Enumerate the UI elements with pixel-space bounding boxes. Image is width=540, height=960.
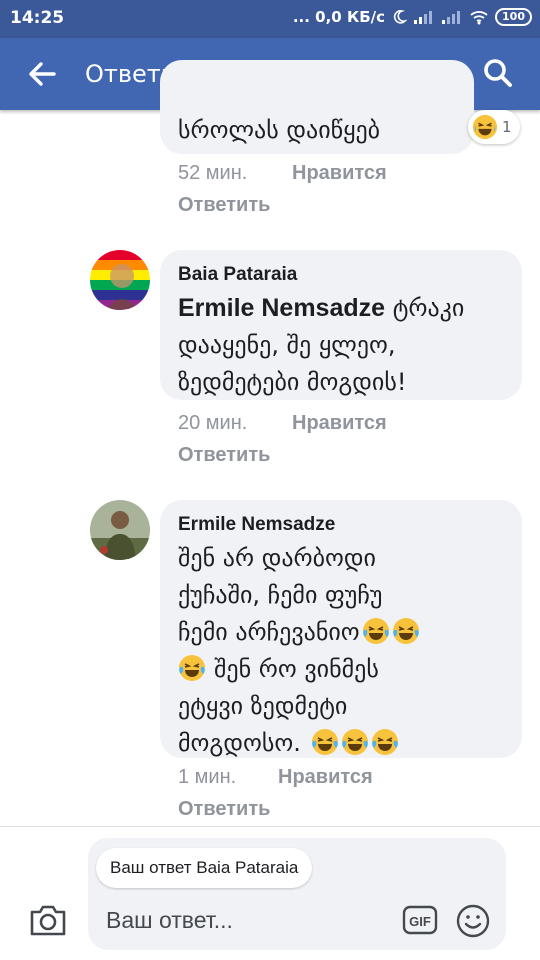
laughing-emoji-icon: [392, 618, 419, 644]
reaction-pill[interactable]: 1: [468, 110, 520, 144]
comment-author[interactable]: Baia Pataraia: [178, 264, 297, 286]
wifi-icon: [470, 11, 488, 25]
reply-composer: Ваш ответ Baia Pataraia GIF: [88, 838, 506, 950]
reaction-count: 1: [502, 118, 512, 136]
reply-button[interactable]: Ответить: [178, 444, 270, 467]
comment-bubble: Baia Pataraia Ermile Nemsadze ტრაკი დააყ…: [160, 250, 522, 400]
mention-link[interactable]: Ermile Nemsadze: [178, 294, 385, 322]
comment-author[interactable]: Ermile Nemsadze: [178, 514, 335, 536]
reply-button[interactable]: Ответить: [178, 798, 270, 821]
search-icon[interactable]: [482, 57, 514, 89]
laughing-emoji-icon: [472, 114, 498, 140]
comment-line: ეტყვი ზედმეტი: [178, 692, 348, 720]
arrow-left-icon[interactable]: [26, 58, 58, 90]
moon-icon: [393, 10, 408, 24]
signal-icon: [414, 11, 433, 24]
laughing-emoji-icon: [362, 618, 389, 644]
like-button[interactable]: Нравится: [278, 766, 373, 789]
comment-text: სროლას დაიწყებ: [178, 116, 381, 144]
network-speed: ... 0,0 КБ/с: [292, 8, 386, 26]
status-time: 14:25: [10, 8, 65, 28]
avatar[interactable]: [90, 250, 150, 310]
avatar-image: [90, 250, 150, 310]
comment-text: შენ არ დარბოდი ქუჩაში, ჩემი ფუჩუ ჩემი არ…: [178, 540, 420, 762]
avatar[interactable]: [90, 500, 150, 560]
camera-icon[interactable]: [28, 902, 68, 938]
comment-line: ტრაკი: [392, 294, 465, 322]
comment-line: ზედმეტები მოგდის!: [178, 368, 407, 396]
laughing-emoji-icon: [179, 655, 205, 681]
comment-time: 20 мин.: [178, 412, 248, 434]
reply-input[interactable]: [106, 902, 386, 938]
comment-line: მოგდოსო.: [178, 729, 301, 757]
laughing-emoji-icon: [341, 729, 368, 755]
status-bar: 14:25 ... 0,0 КБ/с 100: [0, 0, 540, 38]
comment-time: 1 мин.: [178, 766, 237, 788]
reply-to-chip[interactable]: Ваш ответ Baia Pataraia: [96, 848, 313, 888]
comment-line: ქუჩაში, ჩემი ფუჩუ: [178, 581, 383, 609]
reply-button[interactable]: Ответить: [178, 194, 270, 217]
comment-bubble: Ermile Nemsadze შენ არ დარბოდი ქუჩაში, ჩ…: [160, 500, 522, 758]
avatar-image: [90, 500, 150, 560]
comment-text: Ermile Nemsadze ტრაკი დააყენე, შე ყლეო, …: [178, 290, 464, 401]
comment-time: 52 мин.: [178, 162, 248, 184]
composer-divider: [0, 826, 540, 827]
laughing-emoji-icon: [311, 729, 338, 755]
laughing-emoji-icon: [371, 729, 398, 755]
gif-icon[interactable]: GIF: [402, 904, 438, 936]
comment-bubble: სროლას დაიწყებ: [160, 60, 474, 154]
signal-icon-2: [442, 11, 461, 24]
like-button[interactable]: Нравится: [292, 162, 387, 185]
status-indicators: ... 0,0 КБ/с 100: [293, 8, 532, 26]
battery-indicator: 100: [495, 8, 532, 26]
smile-icon[interactable]: [456, 904, 490, 938]
like-button[interactable]: Нравится: [292, 412, 387, 435]
comment-line: დააყენე, შე ყლეო,: [178, 331, 396, 359]
comment-line: ჩემი არჩევანიო: [178, 618, 360, 646]
comment-line: შენ არ დარბოდი: [178, 544, 376, 572]
gif-label: GIF: [409, 914, 431, 929]
comment-line: შენ რო ვინმეს: [214, 655, 379, 683]
